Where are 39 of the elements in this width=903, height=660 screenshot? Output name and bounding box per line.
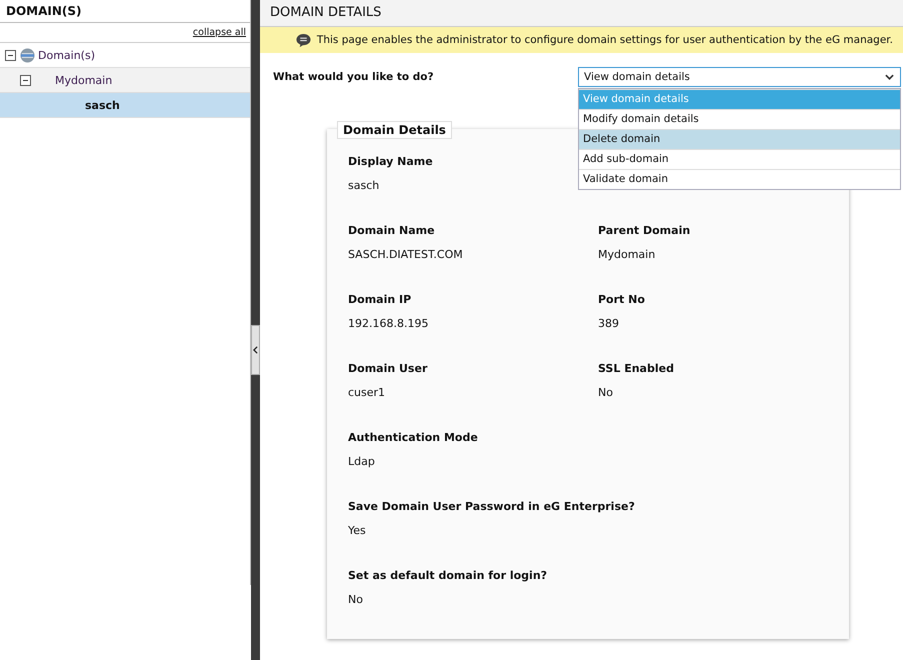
dropdown-option[interactable]: Validate domain <box>579 169 900 189</box>
field-value: SASCH.DIATEST.COM <box>348 248 463 261</box>
field-label: Port No <box>598 293 645 308</box>
field-label: SSL Enabled <box>598 362 674 377</box>
question-label: What would you like to do? <box>273 71 435 83</box>
card-legend: Domain Details <box>337 121 452 139</box>
field-value: 389 <box>598 317 619 330</box>
field-value: Mydomain <box>598 248 656 261</box>
field-label: Authentication Mode <box>348 431 478 446</box>
collapse-icon[interactable] <box>5 50 16 60</box>
field-value: Ldap <box>348 455 375 468</box>
dropdown-option[interactable]: Add sub-domain <box>579 149 900 169</box>
field-label: Domain User <box>348 362 428 377</box>
chevron-left-icon <box>253 346 258 354</box>
field-value: No <box>348 593 363 606</box>
field-value: 192.168.8.195 <box>348 317 428 330</box>
tree-item[interactable]: sasch <box>0 93 250 118</box>
action-select[interactable]: View domain details <box>578 67 901 87</box>
dropdown-option[interactable]: Delete domain <box>579 129 900 149</box>
field-label: Set as default domain for login? <box>348 569 548 584</box>
field-label: Domain Name <box>348 224 435 239</box>
sidebar-title: DOMAIN(S) <box>0 0 250 23</box>
page-title: DOMAIN DETAILS <box>260 0 903 27</box>
field-value: No <box>598 386 613 399</box>
globe-icon <box>20 48 35 62</box>
tree-item[interactable]: Mydomain <box>0 68 250 93</box>
field-label: Save Domain User Password in eG Enterprise? <box>348 500 635 515</box>
field-label: Display Name <box>348 155 433 170</box>
caret-icon <box>885 74 894 80</box>
field-value: cuser1 <box>348 386 386 399</box>
collapse-icon[interactable] <box>20 74 31 86</box>
collapse-all-link[interactable]: collapse all <box>192 27 246 38</box>
info-message: This page enables the administrator to configure domain settings for user authentication by the eG manager. <box>316 34 893 46</box>
field-label: Domain IP <box>348 293 412 308</box>
collapse-panel-handle[interactable] <box>251 325 260 375</box>
field-label: Parent Domain <box>598 224 690 239</box>
field-value: Yes <box>348 524 366 537</box>
field-value: sasch <box>348 179 380 192</box>
speech-bubble-icon <box>296 32 311 48</box>
